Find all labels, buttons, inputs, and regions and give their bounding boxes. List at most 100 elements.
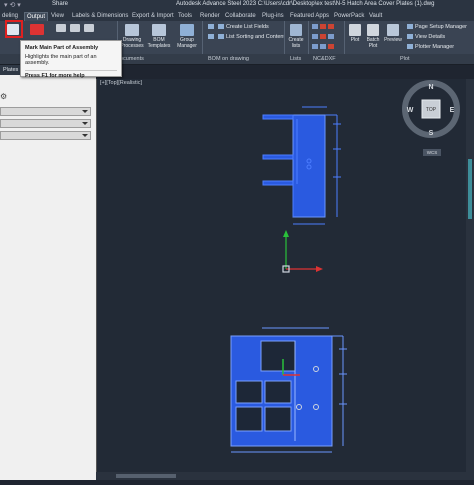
drawing-viewport[interactable]: TOP N S E W WCS (96, 79, 468, 480)
horizontal-scrollbar[interactable] (96, 472, 468, 480)
x-axis-arrow (316, 266, 323, 272)
dxf-icon (328, 44, 334, 50)
create-lists-label: Create lists (288, 37, 304, 49)
tab-view[interactable]: View (49, 12, 66, 21)
chevron-down-icon (82, 110, 88, 113)
dxf-icon (320, 24, 326, 30)
dxf-icon (328, 24, 334, 30)
preview-icon (387, 24, 399, 36)
drawing-canvas: TOP N S E W WCS (230, 80, 460, 453)
list-sorting-label: List Sorting and Content (226, 34, 286, 40)
panel-label-nc-dxf: NC&DXF (313, 56, 336, 62)
tab-render[interactable]: Render (198, 12, 222, 21)
create-lists-button[interactable]: Create lists (286, 24, 306, 49)
page-setup-manager-button[interactable]: Page Setup Manager (407, 24, 467, 30)
panel-label-bom-on-drawing: BOM on drawing (208, 56, 249, 62)
bom-templates-button[interactable]: BOM Templates (146, 24, 172, 49)
panel-label-documents: ocuments (120, 56, 144, 62)
bottom-assembly (230, 327, 347, 453)
plate-main (292, 114, 326, 218)
highlight-box (5, 20, 23, 38)
tab-powerpack[interactable]: PowerPack (332, 12, 366, 21)
nc-tools-row-1[interactable] (312, 24, 336, 30)
scrollbar-thumb[interactable] (468, 159, 472, 219)
opening (264, 406, 292, 432)
opening (235, 406, 263, 432)
properties-panel: Plates ⚙ (0, 65, 96, 480)
opening (235, 380, 263, 404)
drawing-processes-label: Drawing Processes (120, 37, 144, 49)
printer-icon (349, 24, 361, 36)
flange-top (262, 114, 294, 120)
bom-templates-icon (152, 24, 166, 36)
tab-featured-apps[interactable]: Featured Apps (288, 12, 331, 21)
nc-tools-row-3[interactable] (312, 44, 336, 50)
drawing-processes-button[interactable]: Drawing Processes (118, 24, 146, 49)
group-manager-button[interactable]: Group Manager (174, 24, 200, 49)
plotter-manager-button[interactable]: Plotter Manager (407, 44, 454, 50)
document-tool-button-2[interactable] (70, 24, 80, 33)
viewcube: TOP N S E W WCS (402, 80, 460, 156)
compass-east: E (450, 107, 455, 114)
tooltip: Mark Main Part of Assembly Highlights th… (20, 40, 122, 79)
group-manager-label: Group Manager (177, 37, 197, 49)
viewport-controls-label[interactable]: [+][Top][Realistic] (100, 80, 142, 86)
bom-icon-button-1[interactable] (208, 24, 216, 30)
opening-top (260, 340, 296, 372)
nc-icon (312, 44, 318, 50)
create-list-fields-button[interactable]: Create List Fields (218, 24, 269, 30)
property-dropdown-3[interactable] (0, 131, 91, 140)
tab-tools[interactable]: Tools (176, 12, 194, 21)
scrollbar-thumb[interactable] (116, 474, 176, 478)
highlight-parts-button[interactable] (30, 24, 44, 36)
document-tool-button-1[interactable] (56, 24, 66, 33)
tab-output[interactable]: Output (24, 12, 49, 21)
tooltip-description: Highlights the main part of an assembly. (25, 54, 97, 66)
property-dropdown-2[interactable] (0, 119, 91, 128)
share-button[interactable]: Share (52, 1, 68, 7)
top-assembly (262, 106, 341, 225)
create-list-fields-label: Create List Fields (226, 24, 269, 30)
vertical-scrollbar[interactable] (466, 79, 474, 480)
nc-icon (312, 34, 318, 40)
dxf-icon (320, 34, 326, 40)
tab-vault[interactable]: Vault (367, 12, 384, 21)
tab-labels-dimensions[interactable]: Labels & Dimensions (70, 12, 130, 21)
settings-icon[interactable]: ⚙ (0, 92, 7, 101)
list-sorting-button[interactable]: List Sorting and Content (218, 34, 285, 40)
page-setup-label: Page Setup Manager (415, 24, 467, 30)
flange-low (262, 180, 294, 186)
preview-button[interactable]: Preview (382, 24, 404, 43)
preview-label: Preview (384, 37, 402, 43)
bom-icon-button-2[interactable] (208, 34, 216, 40)
property-dropdown-1[interactable] (0, 107, 91, 116)
plot-button[interactable]: Plot (347, 24, 363, 43)
y-axis-arrow (283, 230, 289, 237)
tooltip-title: Mark Main Part of Assembly (25, 45, 99, 51)
app-title: Autodesk Advance Steel 2023 C:\Users\cdr… (176, 1, 435, 7)
list-sorting-icon (218, 34, 224, 40)
view-details-icon (407, 34, 413, 40)
document-tool-button-3[interactable] (84, 24, 94, 33)
red-part-icon (30, 24, 44, 35)
tab-export-import[interactable]: Export & Import (130, 12, 176, 21)
title-bar: ▾ ⟲ ▾ Share Autodesk Advance Steel 2023 … (0, 0, 474, 11)
document-icon (56, 24, 66, 32)
create-lists-icon (290, 24, 302, 36)
quick-access-toolbar[interactable]: ▾ ⟲ ▾ (4, 1, 21, 9)
compass-south: S (429, 130, 434, 137)
chevron-down-icon (82, 122, 88, 125)
nc-icon (312, 24, 318, 30)
view-details-button[interactable]: View Details (407, 34, 445, 40)
view-details-label: View Details (415, 34, 446, 40)
bom-icon (208, 34, 214, 40)
tab-collaborate[interactable]: Collaborate (223, 12, 258, 21)
batch-plot-icon (367, 24, 379, 36)
ucs-icon (282, 230, 323, 273)
tab-plug-ins[interactable]: Plug-ins (260, 12, 286, 21)
flange-mid (262, 154, 294, 160)
nc-tools-row-2[interactable] (312, 34, 336, 40)
ribbon-tabs: deling Output View Labels & Dimensions E… (0, 11, 474, 21)
page-setup-icon (407, 24, 413, 30)
batch-plot-button[interactable]: Batch Plot (364, 24, 382, 49)
